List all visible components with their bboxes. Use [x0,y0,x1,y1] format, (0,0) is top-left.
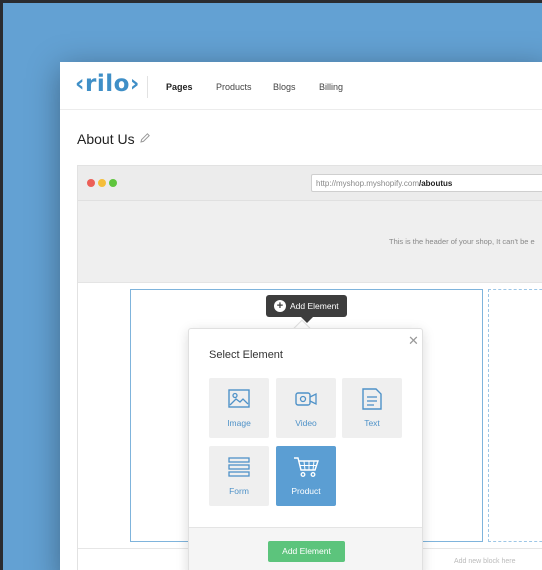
page-heading: About Us [77,131,150,151]
element-tile-image[interactable]: Image [209,378,269,438]
popover-title: Select Element [209,349,283,361]
plus-circle-icon: + [274,300,286,312]
left-edge [0,0,3,570]
header-note: This is the header of your shop, It can'… [389,237,535,246]
element-label-form: Form [229,486,249,496]
element-tile-form[interactable]: Form [209,446,269,506]
popover-footer: Add Element [189,527,422,570]
empty-section-placeholder[interactable] [488,289,542,542]
video-icon [295,392,317,406]
nav-pages[interactable]: Pages [166,82,193,92]
nav-products[interactable]: Products [216,82,252,92]
top-navbar: ‹rilo› Pages Products Blogs Billing [60,62,542,110]
shop-header-area: This is the header of your shop, It can'… [78,201,542,283]
maximize-dot-icon [109,179,117,187]
form-icon [228,457,250,477]
close-icon[interactable]: ✕ [408,333,419,349]
page-title: About Us [77,131,135,147]
browser-chrome: http://myshop.myshopify.com/aboutus [78,166,542,201]
rilo-logo[interactable]: ‹rilo› [75,71,140,97]
screenshot-background: ‹rilo› Pages Products Blogs Billing Abou… [0,0,542,570]
add-element-chip-label: Add Element [290,301,339,311]
minimize-dot-icon [98,179,106,187]
add-element-chip[interactable]: + Add Element [266,295,347,317]
url-bar[interactable]: http://myshop.myshopify.com/aboutus [311,174,542,192]
nav-divider [147,76,148,98]
nav-billing[interactable]: Billing [319,82,343,92]
nav-blogs[interactable]: Blogs [273,82,296,92]
url-prefix: http://myshop.myshopify.com [316,179,419,188]
element-label-video: Video [295,418,317,428]
top-edge [0,0,542,3]
close-dot-icon [87,179,95,187]
text-document-icon [362,388,382,410]
add-element-button[interactable]: Add Element [268,541,345,562]
element-tile-product[interactable]: Product [276,446,336,506]
element-tile-video[interactable]: Video [276,378,336,438]
element-label-product: Product [291,486,321,496]
add-block-note: Add new block here [454,558,516,565]
element-label-text: Text [364,418,380,428]
element-label-image: Image [227,418,251,428]
url-path: /aboutus [419,179,453,188]
element-tile-text[interactable]: Text [342,378,402,438]
image-icon [228,389,250,408]
pencil-icon[interactable] [139,132,151,144]
select-element-popover: ✕ Select Element Image Video Text Form P… [188,328,423,570]
cart-icon [294,457,319,477]
